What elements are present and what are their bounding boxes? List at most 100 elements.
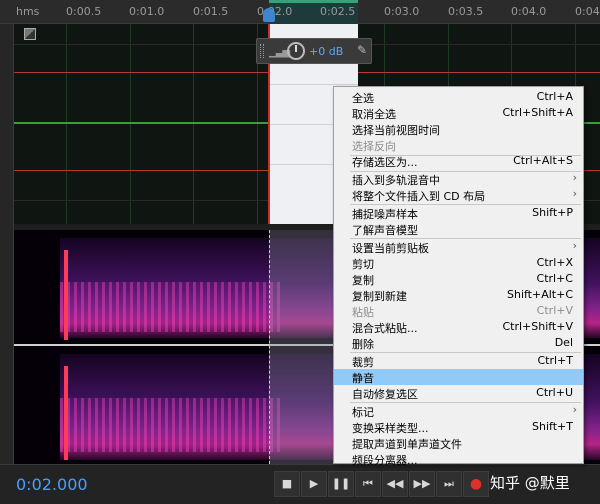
- menu-item-shortcut: Ctrl+Alt+S: [513, 154, 573, 167]
- grid-line: [130, 24, 131, 224]
- menu-item-silence[interactable]: 静音: [334, 369, 583, 385]
- menu-item-label: 复制: [352, 274, 374, 287]
- menu-item-copy-to-new[interactable]: 复制到新建 Shift+Alt+C: [334, 287, 583, 303]
- selection-grid-line: [269, 84, 358, 85]
- menu-item-label: 全选: [352, 92, 374, 105]
- menu-item-set-current-clipboard[interactable]: 设置当前剪贴板 ›: [334, 239, 583, 255]
- menu-item-mix-paste[interactable]: 混合式粘贴... Ctrl+Shift+V: [334, 319, 583, 335]
- submenu-arrow-icon: ›: [572, 239, 577, 252]
- menu-item-shortcut: Ctrl+T: [537, 354, 573, 367]
- menu-item-insert-into-cd-layout[interactable]: 将整个文件插入到 CD 布局 ›: [334, 187, 583, 203]
- ruler-tick-label: 0:00.5: [66, 5, 102, 18]
- menu-item-shortcut: Shift+T: [532, 420, 573, 433]
- menu-item-label: 了解声音模型: [352, 224, 418, 237]
- menu-item-delete[interactable]: 删除 Del: [334, 335, 583, 351]
- menu-item-select-all[interactable]: 全选 Ctrl+A: [334, 89, 583, 105]
- menu-item-auto-heal-selection[interactable]: 自动修复选区 Ctrl+U: [334, 385, 583, 401]
- menu-item-label: 插入到多轨混音中: [352, 174, 440, 187]
- spectrogram-transient: [64, 250, 68, 340]
- volume-readout: +0 dB: [309, 45, 344, 58]
- menu-item-shortcut: Ctrl+V: [536, 304, 573, 317]
- menu-item-shortcut: Shift+P: [532, 206, 573, 219]
- menu-item-label: 捕捉噪声样本: [352, 208, 418, 221]
- menu-item-shortcut: Ctrl+U: [536, 386, 573, 399]
- menu-item-deselect-all[interactable]: 取消全选 Ctrl+Shift+A: [334, 105, 583, 121]
- time-display: 0:02.000: [16, 475, 88, 494]
- menu-item-label: 提取声道到单声道文件: [352, 438, 462, 451]
- time-ruler[interactable]: hms 0:00.5 0:01.0 0:01.5 0:02.0 0:02.5 0…: [0, 0, 600, 24]
- watermark-text: 知乎 @默里: [490, 474, 570, 492]
- selection-bar[interactable]: [269, 0, 358, 3]
- pin-icon[interactable]: ✎: [357, 43, 367, 57]
- grid-line: [193, 24, 194, 224]
- menu-item-label: 静音: [352, 372, 374, 385]
- menu-item-extract-channels-to-mono[interactable]: 提取声道到单声道文件: [334, 435, 583, 451]
- menu-item-shortcut: Ctrl+Shift+V: [502, 320, 573, 333]
- menu-item-label: 变换采样类型...: [352, 422, 429, 435]
- menu-item-label: 存储选区为...: [352, 156, 418, 169]
- submenu-arrow-icon: ›: [572, 187, 577, 200]
- ruler-tick-label: 0:01.0: [129, 5, 165, 18]
- menu-item-shortcut: Ctrl+X: [536, 256, 573, 269]
- menu-item-insert-into-multitrack[interactable]: 插入到多轨混音中 ›: [334, 171, 583, 187]
- ruler-tick-label: 0:01.5: [193, 5, 229, 18]
- playhead-marker[interactable]: [263, 8, 275, 22]
- submenu-arrow-icon: ›: [572, 403, 577, 416]
- play-button[interactable]: ▶: [301, 471, 327, 497]
- fast-forward-button[interactable]: ▶▶: [409, 471, 435, 497]
- signal-bars-icon: ▁▃▅: [269, 47, 290, 58]
- submenu-arrow-icon: ›: [572, 171, 577, 184]
- menu-item-label: 频段分离器...: [352, 454, 418, 467]
- menu-item-label: 选择当前视图时间: [352, 124, 440, 137]
- menu-item-label: 删除: [352, 338, 374, 351]
- menu-item-shortcut: Ctrl+Shift+A: [502, 106, 573, 119]
- menu-item-copy[interactable]: 复制 Ctrl+C: [334, 271, 583, 287]
- menu-item-frequency-band-splitter[interactable]: 频段分离器...: [334, 451, 583, 467]
- zoom-navigator-icon[interactable]: [24, 28, 36, 40]
- menu-item-shortcut: Del: [554, 336, 573, 349]
- volume-hud: ▁▃▅ +0 dB ✎: [256, 38, 372, 64]
- menu-item-capture-noise-print[interactable]: 捕捉噪声样本 Shift+P: [334, 205, 583, 221]
- menu-item-shortcut: Shift+Alt+C: [506, 288, 573, 301]
- pause-button[interactable]: ❚❚: [328, 471, 354, 497]
- menu-item-label: 混合式粘贴...: [352, 322, 418, 335]
- menu-item-label: 剪切: [352, 258, 374, 271]
- menu-item-label: 将整个文件插入到 CD 布局: [352, 190, 486, 203]
- menu-item-label: 自动修复选区: [352, 388, 418, 401]
- spectrogram-detail: [60, 282, 280, 332]
- stop-button[interactable]: ■: [274, 471, 300, 497]
- menu-item-label: 裁剪: [352, 356, 374, 369]
- rewind-button[interactable]: ◀◀: [382, 471, 408, 497]
- record-button[interactable]: ●: [463, 471, 489, 497]
- menu-item-select-view-time[interactable]: 选择当前视图时间: [334, 121, 583, 137]
- ruler-tick-label: 0:03.0: [384, 5, 420, 18]
- drag-handle-icon[interactable]: [260, 44, 264, 58]
- spectrogram-detail: [60, 398, 280, 452]
- menu-item-markers[interactable]: 标记 ›: [334, 403, 583, 419]
- ruler-tick-label: 0:04.0: [511, 5, 547, 18]
- menu-item-paste[interactable]: 粘贴 Ctrl+V: [334, 303, 583, 319]
- track-gutter: [0, 24, 14, 464]
- spectrogram-transient: [64, 366, 68, 460]
- menu-item-learn-sound-model[interactable]: 了解声音模型: [334, 221, 583, 237]
- menu-item-convert-sample-type[interactable]: 变换采样类型... Shift+T: [334, 419, 583, 435]
- go-to-end-button[interactable]: ⏭: [436, 471, 462, 497]
- menu-item-label: 设置当前剪贴板: [352, 242, 429, 255]
- ruler-tick-label: 0:02.5: [320, 5, 356, 18]
- menu-item-label: 选择反向: [352, 140, 396, 153]
- menu-item-save-selection-as[interactable]: 存储选区为... Ctrl+Alt+S: [334, 153, 583, 169]
- menu-item-crop[interactable]: 裁剪 Ctrl+T: [334, 353, 583, 369]
- grid-line: [66, 24, 67, 224]
- go-to-start-button[interactable]: ⏮: [355, 471, 381, 497]
- ruler-tick-label: 0:04.5: [575, 5, 600, 18]
- menu-item-label: 标记: [352, 406, 374, 419]
- menu-item-shortcut: Ctrl+A: [536, 90, 573, 103]
- ruler-unit-label: hms: [16, 5, 40, 18]
- menu-item-invert-selection[interactable]: 选择反向: [334, 137, 583, 153]
- ruler-tick-label: 0:03.5: [448, 5, 484, 18]
- context-menu: 全选 Ctrl+A 取消全选 Ctrl+Shift+A 选择当前视图时间 选择反向 …: [333, 86, 584, 467]
- volume-knob[interactable]: [287, 42, 305, 60]
- menu-item-cut[interactable]: 剪切 Ctrl+X: [334, 255, 583, 271]
- menu-item-label: 取消全选: [352, 108, 396, 121]
- menu-item-label: 粘贴: [352, 306, 374, 319]
